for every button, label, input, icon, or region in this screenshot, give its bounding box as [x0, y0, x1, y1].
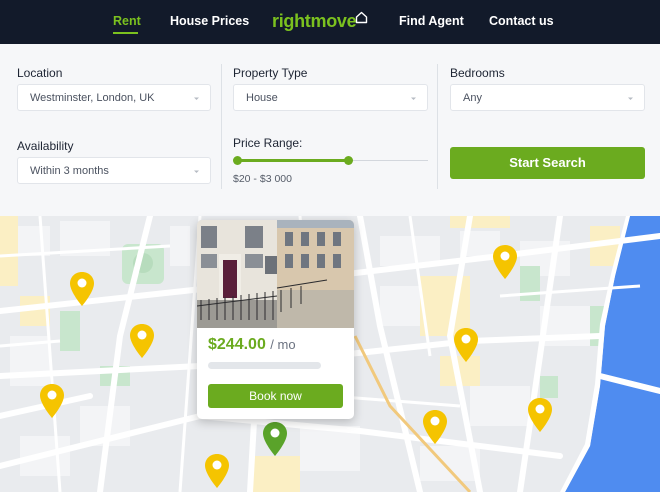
- chevron-down-icon: [411, 97, 416, 100]
- property-card[interactable]: $244.00 / mo Book now: [197, 220, 354, 419]
- map-pin-icon[interactable]: [69, 271, 95, 307]
- price-range-label: Price Range:: [233, 136, 303, 150]
- price-range-value: $20 - $3 000: [233, 173, 292, 185]
- chevron-down-icon: [194, 170, 199, 173]
- map-pin-selected-icon[interactable]: [262, 421, 288, 457]
- map-pin-icon[interactable]: [39, 383, 65, 419]
- map-pin-icon[interactable]: [492, 244, 518, 280]
- bedrooms-select[interactable]: Any: [450, 84, 645, 111]
- bedrooms-label: Bedrooms: [450, 66, 505, 80]
- availability-value: Within 3 months: [30, 165, 109, 177]
- map-pin-icon[interactable]: [422, 409, 448, 445]
- logo[interactable]: rightmove: [272, 11, 357, 32]
- map-pin-icon[interactable]: [129, 323, 155, 359]
- property-photo: [197, 220, 354, 328]
- property-type-select[interactable]: House: [233, 84, 428, 111]
- map-pin-icon[interactable]: [204, 453, 230, 489]
- bedrooms-value: Any: [463, 92, 482, 104]
- divider: [221, 64, 222, 189]
- nav-active-indicator: [113, 32, 138, 34]
- price-slider-min-handle[interactable]: [233, 156, 242, 165]
- price-amount: $244.00: [208, 336, 266, 353]
- location-label: Location: [17, 66, 63, 80]
- price-unit: / mo: [270, 337, 296, 352]
- chevron-down-icon: [194, 97, 199, 100]
- map-pin-icon[interactable]: [453, 327, 479, 363]
- price-slider-max-handle[interactable]: [343, 156, 353, 165]
- property-type-label: Property Type: [233, 66, 308, 80]
- availability-label: Availability: [17, 139, 74, 153]
- nav-house-prices[interactable]: House Prices: [170, 14, 249, 28]
- house-icon: [355, 11, 368, 24]
- start-search-button[interactable]: Start Search: [450, 147, 645, 179]
- nav-find-agent[interactable]: Find Agent: [399, 14, 464, 28]
- price-slider-fill: [237, 159, 348, 162]
- location-value: Westminster, London, UK: [30, 92, 155, 104]
- property-description-placeholder: [208, 362, 321, 369]
- property-price: $244.00 / mo: [208, 336, 296, 354]
- availability-select[interactable]: Within 3 months: [17, 157, 211, 184]
- book-now-button[interactable]: Book now: [208, 384, 343, 408]
- top-nav: Rent House Prices rightmove Find Agent C…: [0, 0, 660, 44]
- nav-rent[interactable]: Rent: [113, 14, 141, 28]
- property-type-value: House: [246, 92, 278, 104]
- chevron-down-icon: [628, 97, 633, 100]
- map-pin-icon[interactable]: [527, 397, 553, 433]
- nav-contact-us[interactable]: Contact us: [489, 14, 554, 28]
- search-panel: [0, 44, 660, 216]
- location-select[interactable]: Westminster, London, UK: [17, 84, 211, 111]
- divider: [437, 64, 438, 189]
